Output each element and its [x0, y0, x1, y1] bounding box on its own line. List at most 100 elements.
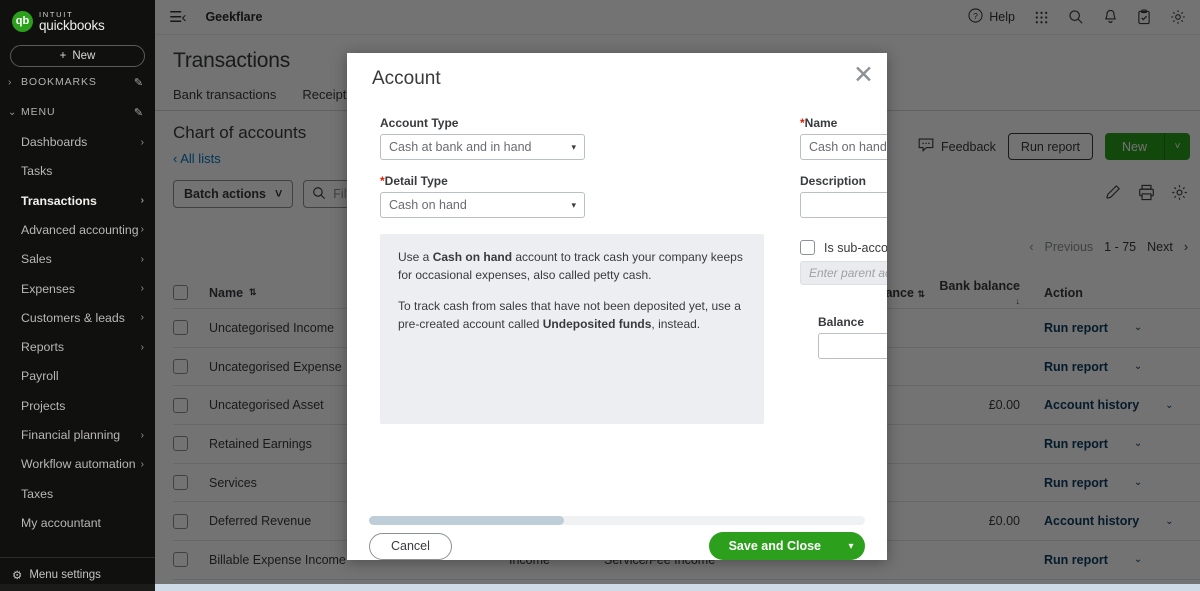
is-sub-account-row: Is sub-account	[800, 240, 887, 255]
plus-icon: +	[59, 50, 67, 63]
sidebar-item-taxes[interactable]: Taxes	[0, 479, 155, 508]
save-button-group: Save and Close ▾	[708, 532, 865, 560]
chevron-right-icon: ›	[140, 283, 144, 295]
app-root: qb INTUIT quickbooks + New › BOOKMARKS ✎…	[0, 0, 1200, 591]
info-p1-pre: Use a	[398, 250, 433, 264]
chevron-down-icon: ⌄	[8, 106, 18, 118]
detail-type-select[interactable]: Cash on hand ▾	[380, 192, 585, 218]
info-p2-post: , instead.	[651, 317, 701, 331]
cancel-button[interactable]: Cancel	[369, 532, 452, 560]
parent-account-placeholder: Enter parent account	[809, 266, 887, 280]
sidebar-item-projects[interactable]: Projects	[0, 391, 155, 420]
sidebar-item-label: Expenses	[21, 281, 76, 296]
sidebar-item-label: Workflow automation	[21, 457, 136, 472]
modal-action-row: Cancel Save and Close ▾	[347, 532, 887, 560]
chevron-right-icon: ›	[140, 136, 144, 148]
sidebar-item-transactions[interactable]: Transactions ›	[0, 186, 155, 215]
modal-title: Account	[372, 68, 441, 89]
sidebar-section-menu[interactable]: ⌄ MENU ✎	[0, 97, 155, 127]
name-label-text: Name	[804, 116, 838, 130]
menu-label: MENU	[21, 106, 56, 119]
sidebar-item-label: Projects	[21, 398, 66, 413]
sidebar-item-label: Advanced accounting	[21, 222, 139, 237]
is-sub-account-checkbox[interactable]	[800, 240, 815, 255]
close-x-icon[interactable]: ✕	[853, 63, 874, 88]
account-type-select[interactable]: Cash at bank and in hand ▾	[380, 134, 585, 160]
chevron-right-icon: ›	[140, 224, 144, 236]
name-input[interactable]: Cash on hand	[800, 134, 887, 160]
chevron-right-icon: ›	[8, 76, 13, 88]
horizontal-scrollbar-thumb[interactable]	[369, 516, 564, 525]
sidebar-item-label: Financial planning	[21, 428, 121, 443]
chevron-down-icon: ▾	[571, 199, 576, 210]
pencil-icon[interactable]: ✎	[134, 76, 144, 89]
detail-type-value: Cash on hand	[389, 198, 467, 212]
sidebar-item-reports[interactable]: Reports ›	[0, 332, 155, 361]
balance-block: Balance	[800, 315, 887, 359]
parent-account-input[interactable]: Enter parent account	[800, 261, 887, 285]
info-paragraph-2: To track cash from sales that have not b…	[398, 297, 746, 333]
pencil-icon[interactable]: ✎	[134, 106, 144, 119]
balance-input[interactable]	[818, 333, 887, 359]
logo-wordmark: INTUIT quickbooks	[39, 11, 105, 32]
name-value: Cash on hand	[809, 140, 887, 154]
chevron-down-icon: ▾	[571, 141, 576, 152]
sidebar-item-label: Tasks	[21, 164, 53, 179]
modal-footer: Cancel Save and Close ▾	[347, 486, 887, 560]
info-p1-bold: Cash on hand	[432, 250, 513, 264]
sidebar-item-tasks[interactable]: Tasks	[0, 157, 155, 186]
sidebar-item-label: Sales	[21, 252, 52, 267]
is-sub-account-label: Is sub-account	[824, 240, 887, 255]
horizontal-scrollbar-track[interactable]	[369, 516, 865, 525]
chevron-right-icon: ›	[140, 312, 144, 324]
sidebar-item-my-accountant[interactable]: My accountant	[0, 508, 155, 537]
bottom-status-strip	[0, 584, 1200, 591]
sidebar-item-payroll[interactable]: Payroll	[0, 362, 155, 391]
sidebar-item-sales[interactable]: Sales ›	[0, 245, 155, 274]
quickbooks-mark-icon: qb	[12, 11, 33, 33]
sidebar-section-bookmarks[interactable]: › BOOKMARKS ✎	[0, 67, 155, 97]
sidebar-item-expenses[interactable]: Expenses ›	[0, 274, 155, 303]
save-dropdown-caret-icon[interactable]: ▾	[837, 532, 865, 560]
sidebar-item-label: Dashboards	[21, 135, 88, 150]
sidebar-item-label: Reports	[21, 340, 65, 355]
description-input[interactable]	[800, 192, 887, 218]
sidebar-item-dashboards[interactable]: Dashboards ›	[0, 127, 155, 156]
sidebar-item-label: Transactions	[21, 193, 97, 208]
detail-type-info-box: Use a Cash on hand account to track cash…	[380, 234, 764, 424]
sidebar: qb INTUIT quickbooks + New › BOOKMARKS ✎…	[0, 0, 155, 591]
info-p2-bold: Undeposited funds	[542, 317, 652, 331]
sidebar-new-label: New	[72, 50, 96, 63]
quickbooks-logo[interactable]: qb INTUIT quickbooks	[0, 0, 155, 33]
balance-label: Balance	[818, 315, 865, 329]
detail-type-label: *Detail Type	[380, 174, 770, 188]
gear-settings-icon: ⚙	[12, 569, 23, 582]
chevron-right-icon: ›	[140, 341, 144, 353]
modal-right-column: *Name Cash on hand Description Is sub-ac…	[800, 116, 887, 359]
sidebar-item-label: Customers & leads	[21, 310, 125, 325]
name-label: *Name	[800, 116, 887, 130]
sidebar-new-button[interactable]: + New	[10, 45, 145, 68]
account-type-label: Account Type	[380, 116, 459, 130]
info-paragraph-1: Use a Cash on hand account to track cash…	[398, 248, 746, 284]
account-modal: ✕ Account Account Type Cash at bank and …	[347, 53, 887, 560]
sidebar-item-customers-leads[interactable]: Customers & leads ›	[0, 303, 155, 332]
quickbooks-text: quickbooks	[39, 17, 105, 33]
account-type-value: Cash at bank and in hand	[389, 140, 532, 154]
sidebar-item-label: Taxes	[21, 486, 54, 501]
chevron-right-icon: ›	[140, 195, 144, 207]
description-label: Description	[800, 174, 867, 188]
sidebar-item-workflow-automation[interactable]: Workflow automation ›	[0, 450, 155, 479]
sidebar-item-financial-planning[interactable]: Financial planning ›	[0, 420, 155, 449]
sidebar-menu-list: Dashboards › Tasks Transactions › Advanced ac…	[0, 127, 155, 537]
bottom-strip-left	[0, 584, 155, 591]
detail-type-label-text: Detail Type	[384, 174, 448, 188]
modal-left-column: Account Type Cash at bank and in hand ▾ …	[380, 116, 770, 424]
chevron-right-icon: ›	[140, 429, 144, 441]
modal-body: Account Type Cash at bank and in hand ▾ …	[347, 108, 887, 486]
bookmarks-label: BOOKMARKS	[21, 76, 97, 89]
chevron-right-icon: ›	[140, 253, 144, 265]
sidebar-item-advanced-accounting[interactable]: Advanced accounting ›	[0, 215, 155, 244]
save-and-close-button[interactable]: Save and Close	[708, 532, 837, 560]
menu-settings-label: Menu settings	[29, 568, 101, 581]
